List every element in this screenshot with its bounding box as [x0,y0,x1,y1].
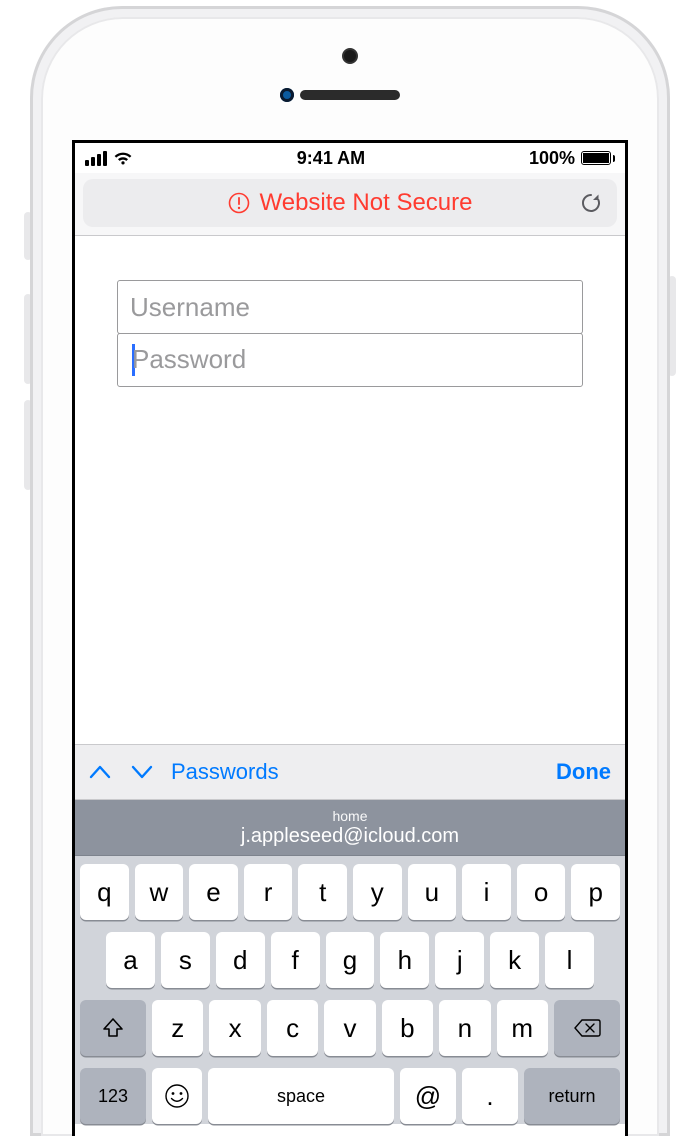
autofill-suggestion[interactable]: home j.appleseed@icloud.com [75,800,625,856]
key-k[interactable]: k [490,932,539,988]
wifi-icon [113,151,133,166]
username-field[interactable]: Username [117,280,583,334]
key-l[interactable]: l [545,932,594,988]
return-key[interactable]: return [524,1068,620,1124]
password-field[interactable]: Password [117,333,583,387]
battery-percentage: 100% [529,148,575,169]
passwords-button[interactable]: Passwords [171,759,279,785]
emoji-key[interactable] [152,1068,202,1124]
key-n[interactable]: n [439,1000,490,1056]
keyboard-area: Passwords Done home j.appleseed@icloud.c… [75,744,625,1136]
keyboard-row-2: a s d f g h j k l [80,932,620,988]
iphone-device-frame: 9:41 AM 100% Website Not Secure [0,0,700,1140]
delete-key[interactable] [554,1000,620,1056]
key-j[interactable]: j [435,932,484,988]
key-f[interactable]: f [271,932,320,988]
previous-field-button[interactable] [89,763,111,781]
front-camera [342,48,358,64]
not-secure-warning-icon [228,192,250,214]
key-w[interactable]: w [135,864,184,920]
key-u[interactable]: u [408,864,457,920]
key-c[interactable]: c [267,1000,318,1056]
next-field-button[interactable] [131,763,153,781]
key-g[interactable]: g [326,932,375,988]
key-y[interactable]: y [353,864,402,920]
numbers-key[interactable]: 123 [80,1068,146,1124]
status-bar: 9:41 AM 100% [75,143,625,173]
input-accessory-bar: Passwords Done [75,744,625,800]
key-q[interactable]: q [80,864,129,920]
proximity-sensor [280,88,294,102]
browser-toolbar: Website Not Secure [75,173,625,236]
key-a[interactable]: a [106,932,155,988]
key-m[interactable]: m [497,1000,548,1056]
battery-icon [581,151,615,165]
period-key[interactable]: . [462,1068,518,1124]
key-v[interactable]: v [324,1000,375,1056]
cellular-signal-icon [85,151,107,166]
key-e[interactable]: e [189,864,238,920]
space-key[interactable]: space [208,1068,394,1124]
password-placeholder: Password [132,344,246,375]
key-r[interactable]: r [244,864,293,920]
key-s[interactable]: s [161,932,210,988]
earpiece-speaker [300,90,400,100]
at-key[interactable]: @ [400,1068,456,1124]
key-p[interactable]: p [571,864,620,920]
shift-key[interactable] [80,1000,146,1056]
autofill-value: j.appleseed@icloud.com [241,825,459,848]
reload-button[interactable] [579,191,603,215]
autofill-tag: home [332,808,367,824]
screen: 9:41 AM 100% Website Not Secure [72,140,628,1136]
username-placeholder: Username [130,292,250,323]
key-t[interactable]: t [298,864,347,920]
key-b[interactable]: b [382,1000,433,1056]
key-i[interactable]: i [462,864,511,920]
keyboard-row-3: z x c v b n m [80,1000,620,1056]
status-bar-time: 9:41 AM [297,148,365,169]
done-button[interactable]: Done [556,759,611,785]
address-bar[interactable]: Website Not Secure [83,179,617,227]
page-content: Username Password [75,236,625,387]
address-bar-warning-text: Website Not Secure [260,189,473,217]
key-d[interactable]: d [216,932,265,988]
key-o[interactable]: o [517,864,566,920]
key-z[interactable]: z [152,1000,203,1056]
keyboard-row-1: q w e r t y u i o p [80,864,620,920]
key-x[interactable]: x [209,1000,260,1056]
keyboard: q w e r t y u i o p a s d f g h [75,856,625,1124]
keyboard-row-4: 123 space @ . return [80,1068,620,1124]
key-h[interactable]: h [380,932,429,988]
